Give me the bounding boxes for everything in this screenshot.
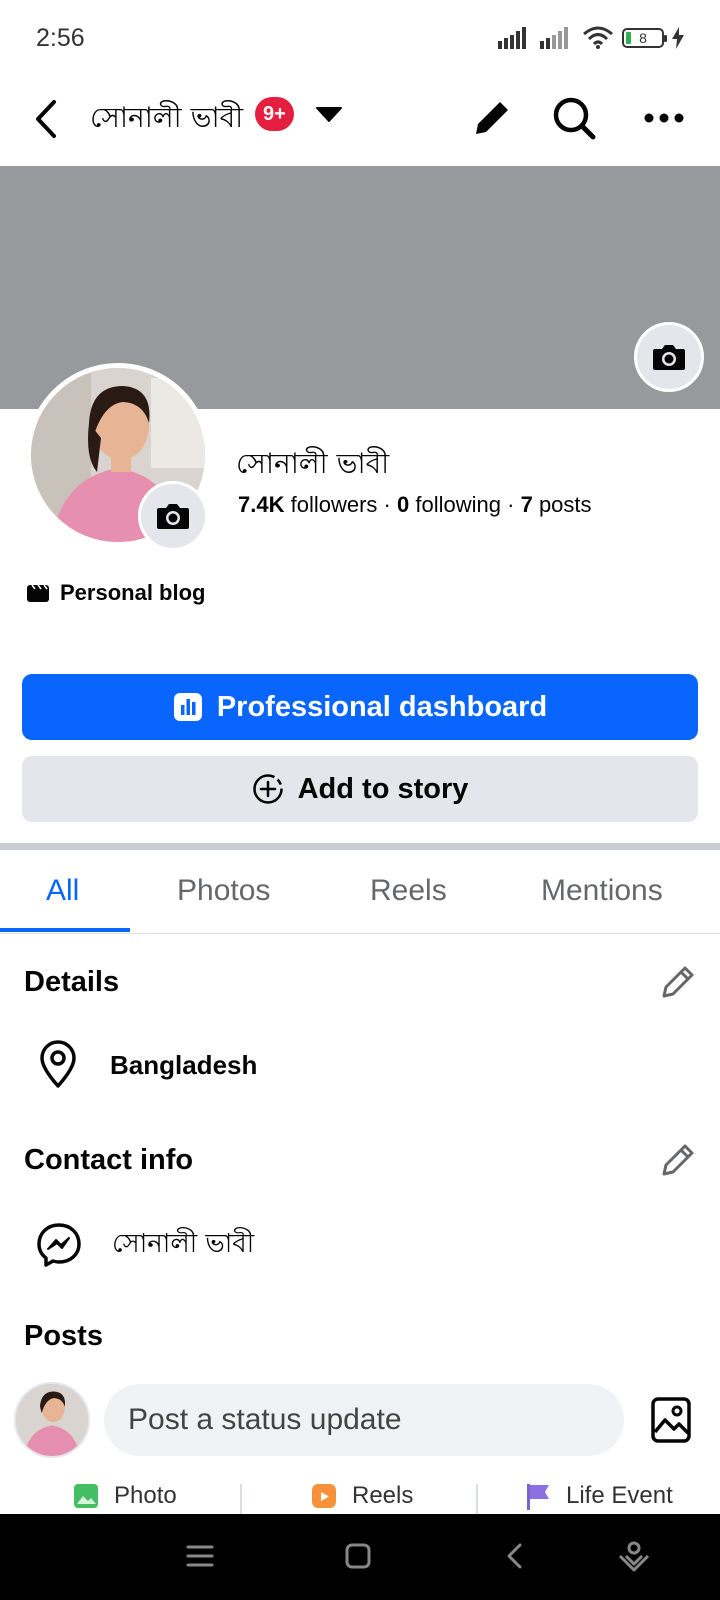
wifi-icon: [583, 26, 613, 49]
pencil-icon: [476, 102, 508, 134]
reels-action-label: Reels: [352, 1482, 414, 1509]
reels-icon: [312, 1484, 336, 1508]
back-button[interactable]: [28, 94, 64, 144]
edit-cover-button[interactable]: [634, 322, 704, 392]
following-label[interactable]: following: [415, 492, 501, 517]
system-navigation-bar: [0, 1514, 720, 1600]
add-photo-icon[interactable]: [650, 1396, 692, 1444]
signal-icon: [498, 27, 526, 49]
clapperboard-icon: [27, 584, 49, 602]
status-time: 2:56: [36, 24, 85, 52]
add-circle-icon: [252, 774, 283, 804]
life-event-action[interactable]: Life Event: [524, 1482, 673, 1510]
reels-action[interactable]: Reels: [310, 1482, 413, 1510]
recent-apps-icon[interactable]: [180, 1536, 220, 1576]
profile-tabs: All Photos Reels Mentions: [0, 850, 720, 934]
dropdown-caret-icon[interactable]: [315, 104, 343, 124]
following-count[interactable]: 0: [397, 492, 409, 517]
search-icon: [553, 97, 596, 140]
section-divider: [0, 843, 720, 850]
professional-dashboard-label: Professional dashboard: [216, 690, 548, 723]
tab-photos[interactable]: Photos: [177, 874, 270, 908]
followers-label[interactable]: followers: [291, 492, 378, 517]
add-to-story-button[interactable]: Add to story: [22, 756, 698, 822]
messenger-row: সোনালী ভাবী: [36, 1222, 254, 1268]
tab-all[interactable]: All: [46, 874, 79, 908]
photo-icon: [74, 1484, 98, 1508]
location-label: Bangladesh: [110, 1049, 258, 1080]
messenger-label[interactable]: সোনালী ভাবী: [112, 1223, 254, 1267]
assistant-icon[interactable]: [614, 1536, 654, 1576]
home-icon[interactable]: [338, 1536, 378, 1576]
status-bar: 2:56 8: [0, 0, 720, 80]
life-event-action-label: Life Event: [566, 1482, 673, 1509]
signal-icon-2: [540, 27, 568, 49]
flag-icon: [527, 1484, 549, 1510]
posts-heading: Posts: [24, 1320, 103, 1352]
posts-label: posts: [538, 492, 592, 517]
profile-category: Personal blog: [26, 580, 205, 606]
add-to-story-label: Add to story: [297, 772, 469, 805]
photo-action[interactable]: Photo: [72, 1482, 177, 1510]
more-dots-icon: [644, 113, 684, 123]
more-options-button[interactable]: [636, 90, 692, 146]
battery-level: 8: [639, 30, 647, 46]
details-heading: Details: [24, 966, 120, 998]
post-actions: Photo Reels Life Event: [0, 1482, 720, 1516]
camera-icon: [653, 345, 685, 370]
edit-details-pencil-icon[interactable]: [658, 962, 698, 1002]
profile-stats: 7.4K followers · 0 following · 7 posts: [238, 492, 592, 517]
category-label: Personal blog: [60, 580, 206, 605]
tab-reels[interactable]: Reels: [370, 874, 447, 908]
back-arrow-icon: [36, 100, 56, 138]
professional-dashboard-button[interactable]: Professional dashboard: [22, 674, 698, 740]
status-icons: 8: [498, 26, 684, 50]
posts-count: 7: [520, 492, 533, 517]
composer-avatar[interactable]: [14, 1382, 90, 1458]
status-update-input[interactable]: Post a status update: [104, 1384, 624, 1456]
search-button[interactable]: [546, 90, 602, 146]
battery-icon: 8: [622, 28, 667, 48]
page-title[interactable]: সোনালী ভাবী: [90, 96, 243, 143]
edit-contact-pencil-icon[interactable]: [658, 1140, 698, 1180]
profile-name: সোনালী ভাবী: [236, 447, 390, 480]
tab-mentions[interactable]: Mentions: [541, 874, 663, 908]
active-tab-indicator: [0, 928, 130, 932]
charging-icon: [672, 27, 684, 49]
location-pin-icon: [40, 1040, 76, 1088]
followers-count[interactable]: 7.4K: [238, 492, 284, 517]
contact-info-heading: Contact info: [24, 1144, 194, 1176]
edit-profile-picture-button[interactable]: [138, 481, 208, 551]
top-app-bar: সোনালী ভাবী 9+: [0, 80, 720, 166]
dashboard-chart-icon: [173, 693, 202, 721]
photo-action-label: Photo: [114, 1482, 177, 1509]
notification-badge: 9+: [255, 97, 294, 131]
edit-button[interactable]: [464, 90, 520, 146]
back-nav-icon[interactable]: [496, 1536, 536, 1576]
messenger-icon: [37, 1223, 81, 1267]
location-row: Bangladesh: [36, 1040, 257, 1090]
camera-icon: [157, 504, 189, 529]
